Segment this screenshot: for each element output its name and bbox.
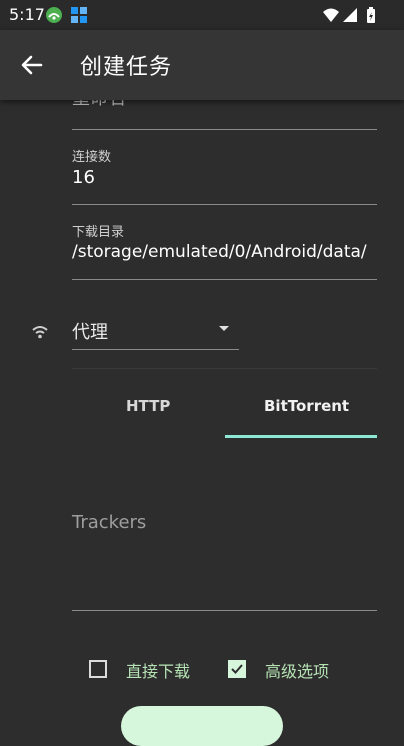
wifi-icon <box>32 326 48 339</box>
checkmark-icon <box>231 664 243 674</box>
wifi-status-icon <box>323 8 339 22</box>
page-title: 创建任务 <box>80 55 173 80</box>
tab-indicator <box>225 435 377 438</box>
grid-notification-icon <box>71 7 87 23</box>
status-bar: 5:17 <box>0 0 404 30</box>
download-dir-label: 下载目录 <box>72 225 125 240</box>
advanced-options-label: 高级选项 <box>265 662 330 681</box>
chevron-down-icon[interactable] <box>219 326 229 331</box>
direct-download-label: 直接下载 <box>126 662 191 681</box>
download-dir-underline <box>72 279 377 280</box>
connections-underline <box>72 204 377 205</box>
connections-label: 连接数 <box>72 150 112 165</box>
create-task-button[interactable] <box>121 706 283 746</box>
direct-download-checkbox[interactable] <box>89 660 107 678</box>
battery-icon <box>367 7 375 23</box>
proxy-select[interactable]: 代理 <box>72 318 108 344</box>
proxy-underline <box>72 349 239 350</box>
app-notification-icon <box>46 7 62 23</box>
advanced-options-checkbox[interactable] <box>228 660 246 678</box>
tab-http[interactable]: HTTP <box>126 397 170 415</box>
tabs-divider <box>72 368 377 369</box>
status-time: 5:17 <box>9 5 45 24</box>
app-bar: 创建任务 <box>0 30 404 100</box>
signal-icon <box>343 8 357 22</box>
download-dir-input[interactable]: /storage/emulated/0/Android/data/ <box>72 242 367 262</box>
rename-field-underline <box>72 129 377 130</box>
trackers-underline <box>72 610 377 611</box>
back-arrow-icon[interactable] <box>18 51 46 79</box>
tab-bittorrent[interactable]: BitTorrent <box>264 397 349 415</box>
trackers-input[interactable]: Trackers <box>72 512 146 533</box>
connections-input[interactable]: 16 <box>72 167 95 188</box>
